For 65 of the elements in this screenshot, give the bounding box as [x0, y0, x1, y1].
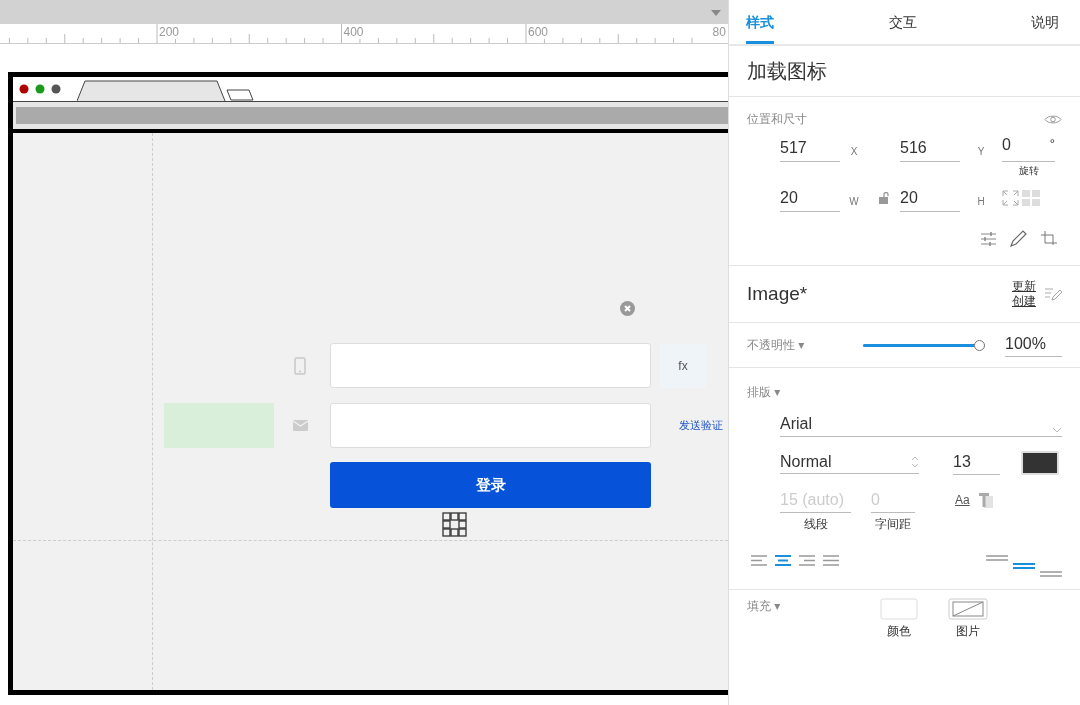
vertical-align-icon[interactable] — [986, 555, 1008, 561]
unlock-icon[interactable] — [879, 192, 889, 204]
x-field[interactable]: 517 — [780, 136, 840, 162]
height-field[interactable]: 20 — [900, 186, 960, 212]
phone-input-field[interactable] — [330, 343, 651, 388]
axis-label: W — [848, 195, 860, 207]
pencil-icon[interactable] — [1010, 230, 1027, 247]
image-swatch-icon[interactable] — [948, 598, 988, 620]
field-caption: 线段 — [803, 516, 828, 533]
code-input-field[interactable] — [330, 403, 651, 448]
rotation-field[interactable]: 0 ° — [1002, 136, 1055, 162]
fill-option-label: 图片 — [956, 623, 980, 640]
align-icon[interactable] — [751, 555, 767, 566]
section-label: 位置和尺寸 — [747, 111, 807, 128]
align-icon[interactable] — [799, 555, 815, 566]
ruler-label: 80 — [711, 25, 727, 39]
font-style-field[interactable]: Normal — [780, 452, 919, 474]
align-icon[interactable] — [775, 555, 791, 566]
ruler-label: 400 — [342, 25, 365, 39]
fit-icon[interactable] — [1002, 190, 1019, 206]
component-link[interactable]: 创建 — [1012, 294, 1036, 309]
text-case-icon[interactable]: Aa — [955, 493, 970, 507]
close-icon[interactable] — [620, 301, 635, 316]
dropdown-icon[interactable] — [711, 10, 721, 16]
panel-tab[interactable]: 交互 — [888, 2, 917, 44]
axis-label: X — [849, 145, 859, 157]
slider-thumb[interactable] — [974, 339, 985, 351]
component-name: Image* — [747, 283, 809, 305]
edit-icon[interactable] — [1044, 286, 1062, 302]
panel-tab[interactable]: 说明 — [1031, 2, 1059, 44]
phone-icon — [294, 357, 306, 375]
rotation-label: 旋转 — [1018, 164, 1039, 178]
field-caption: 字间距 — [875, 516, 911, 533]
text-shadow-icon[interactable] — [977, 492, 994, 508]
ruler-label: 200 — [158, 25, 181, 39]
send-code-link[interactable]: 发送验证 — [679, 418, 723, 433]
opacity-label[interactable]: 不透明性 ▾ — [747, 336, 863, 354]
component-link[interactable]: 更新 — [1012, 279, 1036, 294]
login-button[interactable]: 登录 — [330, 462, 651, 508]
axis-label: Y — [976, 145, 986, 157]
formula-box: fx — [660, 344, 706, 388]
y-field[interactable]: 516 — [900, 136, 960, 162]
width-field[interactable]: 20 — [780, 186, 840, 212]
crop-icon[interactable] — [1041, 230, 1057, 247]
font-size-field[interactable]: 13 — [953, 451, 1000, 475]
color-swatch-icon[interactable] — [880, 598, 918, 620]
axis-label: H — [976, 195, 986, 207]
align-icon[interactable] — [823, 555, 839, 566]
grid-icon[interactable] — [1022, 190, 1040, 206]
ruler-label: 600 — [527, 25, 550, 39]
fill-option-label: 颜色 — [887, 623, 911, 640]
font-color-swatch[interactable] — [1021, 451, 1059, 475]
grid-icon — [442, 512, 467, 537]
widget-title: 加载图标 — [747, 58, 827, 84]
chevron-down-icon[interactable] — [1052, 427, 1062, 433]
opacity-field[interactable]: 100% — [1005, 333, 1062, 357]
fill-label[interactable]: 填充 ▾ — [747, 598, 880, 615]
vertical-align-icon[interactable] — [1040, 571, 1062, 577]
font-dropdown[interactable]: Arial — [780, 415, 1062, 437]
eye-icon[interactable] — [1044, 114, 1062, 125]
vertical-align-icon[interactable] — [1013, 563, 1035, 569]
typography-label[interactable]: 排版 ▾ — [747, 385, 781, 399]
spinner-icon[interactable] — [911, 454, 919, 469]
mail-icon — [293, 420, 308, 431]
sliders-icon[interactable] — [981, 231, 996, 246]
